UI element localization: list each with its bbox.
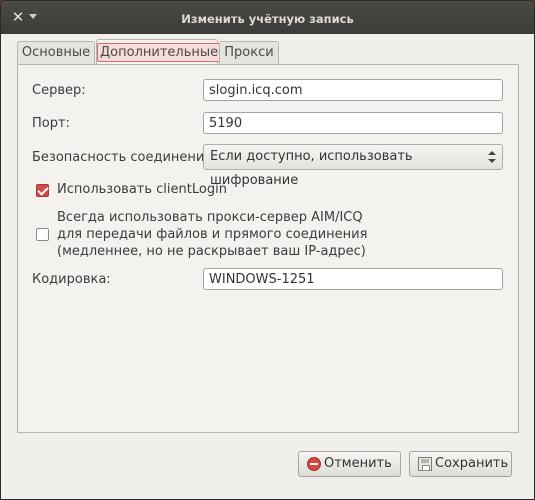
security-select-value: Если доступно, использовать шифрование (210, 149, 413, 188)
client-login-label[interactable]: Использовать clientLogin (57, 182, 227, 197)
encoding-label: Кодировка: (32, 272, 111, 287)
tab-proxy[interactable]: Прокси (219, 41, 279, 64)
window-title: Изменить учётную запись (181, 12, 354, 26)
proxy-label-line3[interactable]: (медленнее, но не раскрывает ваш IP-адре… (57, 244, 366, 259)
checkmark-icon (37, 184, 49, 196)
server-label: Сервер: (32, 83, 86, 98)
client-login-checkbox[interactable] (36, 184, 49, 197)
title-bar: ✕ Изменить учётную запись (1, 1, 534, 34)
tab-general[interactable]: Основные (17, 41, 95, 64)
save-button-label: Сохранить (435, 456, 509, 471)
select-arrows-icon (488, 151, 496, 163)
encoding-input[interactable] (203, 268, 503, 290)
security-label: Безопасность соединения: (32, 150, 217, 165)
advanced-panel: Сервер: Порт: Безопасность соединения: Е… (17, 64, 519, 433)
tab-advanced[interactable]: Дополнительные (96, 39, 222, 64)
save-button[interactable]: Сохранить (409, 451, 512, 477)
server-input[interactable] (203, 79, 503, 101)
save-icon (418, 457, 432, 471)
proxy-label-line1[interactable]: Всегда использовать прокси-сервер AIM/IC… (57, 210, 363, 225)
tab-proxy-label: Прокси (224, 45, 274, 60)
cancel-button[interactable]: Отменить (298, 451, 401, 477)
security-select[interactable]: Если доступно, использовать шифрование (203, 144, 503, 188)
port-input[interactable] (203, 112, 503, 134)
proxy-checkbox[interactable] (36, 228, 49, 241)
dialog-window: ✕ Изменить учётную запись Основные Допол… (0, 0, 535, 500)
tab-advanced-label: Дополнительные (97, 43, 222, 62)
cancel-button-label: Отменить (324, 456, 392, 471)
tab-general-label: Основные (21, 45, 91, 60)
proxy-label-line2[interactable]: для передачи файлов и прямого соединения (57, 227, 367, 242)
cancel-icon (307, 457, 321, 471)
port-label: Порт: (32, 116, 70, 131)
